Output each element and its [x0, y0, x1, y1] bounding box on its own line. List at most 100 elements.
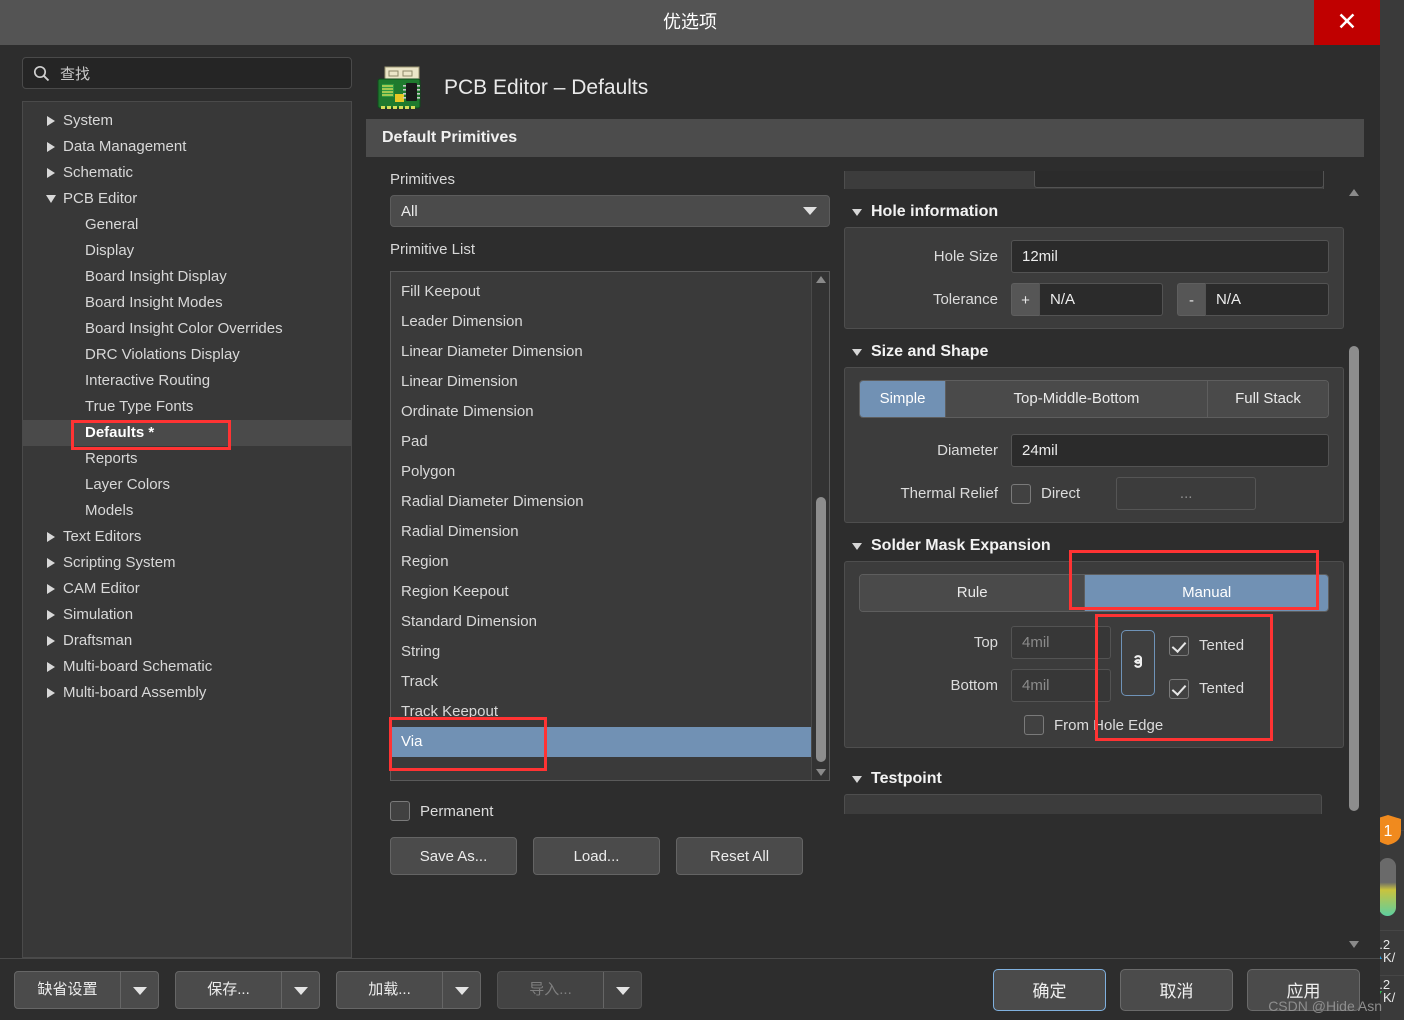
permanent-checkbox[interactable] — [390, 801, 410, 821]
sidebar-item-board-insight-color-overrides[interactable]: Board Insight Color Overrides — [23, 316, 351, 342]
cancel-button[interactable]: 取消 — [1120, 968, 1233, 1011]
diameter-input[interactable]: 24mil — [1011, 434, 1329, 467]
chevron-right-icon[interactable] — [39, 688, 63, 698]
primitive-list-item[interactable]: String — [391, 637, 811, 667]
chevron-right-icon[interactable] — [39, 558, 63, 568]
size-and-shape-group-title[interactable]: Size and Shape — [852, 343, 1344, 361]
scroll-down-arrow-icon[interactable] — [816, 769, 826, 776]
sidebar-item-text-editors[interactable]: Text Editors — [23, 524, 351, 550]
mask-bottom-input[interactable]: 4mil — [1011, 669, 1111, 702]
scroll-down-arrow-icon[interactable] — [1349, 941, 1359, 948]
footer-split-button[interactable]: 加载... — [336, 970, 481, 1009]
footer-split-button[interactable]: 缺省设置 — [14, 970, 159, 1009]
chevron-down-icon[interactable] — [281, 971, 319, 1008]
stack-mode-full-stack[interactable]: Full Stack — [1208, 381, 1328, 417]
testpoint-group-title[interactable]: Testpoint — [852, 770, 1344, 788]
primitive-list-item[interactable]: Fill Keepout — [391, 277, 811, 307]
sidebar-item-cam-editor[interactable]: CAM Editor — [23, 576, 351, 602]
link-chain-icon[interactable] — [1121, 630, 1155, 696]
tolerance-minus-input[interactable]: N/A — [1205, 283, 1329, 316]
sidebar-item-multi-board-schematic[interactable]: Multi-board Schematic — [23, 654, 351, 680]
chevron-right-icon[interactable] — [39, 636, 63, 646]
hole-information-group-title[interactable]: Hole information — [852, 203, 1344, 221]
stack-mode-simple[interactable]: Simple — [860, 381, 946, 417]
primitive-list-item[interactable]: Region Keepout — [391, 577, 811, 607]
chevron-down-icon[interactable] — [120, 971, 158, 1008]
permanent-row: Permanent — [390, 801, 830, 821]
scrollbar-thumb[interactable] — [816, 497, 826, 762]
reset-all-button[interactable]: Reset All — [676, 837, 803, 875]
search-input[interactable]: 查找 — [22, 57, 352, 89]
sidebar-item-layer-colors[interactable]: Layer Colors — [23, 472, 351, 498]
sidebar-item-simulation[interactable]: Simulation — [23, 602, 351, 628]
footer-split-button[interactable]: 保存... — [175, 970, 320, 1009]
sidebar-item-pcb-editor[interactable]: PCB Editor — [23, 186, 351, 212]
mask-top-input[interactable]: 4mil — [1011, 626, 1111, 659]
primitive-list-item[interactable]: Linear Diameter Dimension — [391, 337, 811, 367]
primitive-list-item[interactable]: Radial Dimension — [391, 517, 811, 547]
mask-mode-segmented-control[interactable]: Rule Manual — [859, 574, 1329, 612]
sidebar-item-system[interactable]: System — [23, 108, 351, 134]
chevron-right-icon[interactable] — [39, 584, 63, 594]
ok-button[interactable]: 确定 — [993, 968, 1106, 1011]
save-as-button[interactable]: Save As... — [390, 837, 517, 875]
from-hole-edge-checkbox[interactable] — [1024, 715, 1044, 735]
settings-tree[interactable]: System Data Management Schematic PCB Editor… — [22, 101, 352, 958]
sidebar-item-defaults[interactable]: Defaults * — [23, 420, 351, 446]
primitive-list-item[interactable]: Leader Dimension — [391, 307, 811, 337]
primitive-list-item[interactable]: Via — [391, 727, 811, 757]
primitive-list-item[interactable]: Radial Diameter Dimension — [391, 487, 811, 517]
chevron-right-icon[interactable] — [39, 116, 63, 126]
tolerance-plus-input[interactable]: N/A — [1039, 283, 1163, 316]
sidebar-item-general[interactable]: General — [23, 212, 351, 238]
sidebar-item-reports[interactable]: Reports — [23, 446, 351, 472]
hole-size-input[interactable]: 12mil — [1011, 240, 1329, 273]
primitive-list-item[interactable]: Linear Dimension — [391, 367, 811, 397]
solder-mask-expansion-group-title[interactable]: Solder Mask Expansion — [852, 537, 1344, 555]
mask-top-tented-checkbox[interactable] — [1169, 635, 1189, 656]
sidebar-item-display[interactable]: Display — [23, 238, 351, 264]
scrollbar-thumb[interactable] — [1349, 346, 1359, 811]
properties-scrollbar[interactable] — [1344, 171, 1364, 958]
scroll-up-arrow-icon[interactable] — [816, 276, 826, 283]
primitive-list-scrollbar[interactable] — [811, 272, 829, 780]
primitive-list-item[interactable]: Region — [391, 547, 811, 577]
sidebar-item-interactive-routing[interactable]: Interactive Routing — [23, 368, 351, 394]
primitive-list[interactable]: Fill Keepout Leader Dimension Linear Diame… — [391, 272, 811, 780]
sidebar-item-drc-violations-display[interactable]: DRC Violations Display — [23, 342, 351, 368]
chevron-down-icon[interactable] — [39, 195, 63, 203]
stack-mode-segmented-control[interactable]: Simple Top-Middle-Bottom Full Stack — [859, 380, 1329, 418]
primitive-list-item[interactable]: Track Keepout — [391, 697, 811, 727]
sidebar-item-board-insight-modes[interactable]: Board Insight Modes — [23, 290, 351, 316]
sidebar-item-scripting-system[interactable]: Scripting System — [23, 550, 351, 576]
sidebar-item-true-type-fonts[interactable]: True Type Fonts — [23, 394, 351, 420]
chevron-right-icon[interactable] — [39, 610, 63, 620]
primitives-filter-dropdown[interactable]: All — [390, 195, 830, 227]
primitive-list-item[interactable]: Polygon — [391, 457, 811, 487]
mask-mode-rule[interactable]: Rule — [860, 575, 1086, 611]
primitive-list-item[interactable]: Ordinate Dimension — [391, 397, 811, 427]
chevron-right-icon[interactable] — [39, 532, 63, 542]
thermal-relief-direct-checkbox[interactable] — [1011, 483, 1031, 504]
sidebar-item-multi-board-assembly[interactable]: Multi-board Assembly — [23, 680, 351, 706]
primitive-list-item[interactable]: Track — [391, 667, 811, 697]
primitive-list-item[interactable]: Pad — [391, 427, 811, 457]
mask-bottom-tented-checkbox[interactable] — [1169, 678, 1189, 699]
chevron-right-icon[interactable] — [39, 168, 63, 178]
close-icon[interactable]: ✕ — [1314, 0, 1380, 45]
sidebar-item-data-management[interactable]: Data Management — [23, 134, 351, 160]
sidebar-item-schematic[interactable]: Schematic — [23, 160, 351, 186]
stack-mode-top-middle-bottom[interactable]: Top-Middle-Bottom — [946, 381, 1208, 417]
chevron-down-icon[interactable] — [442, 971, 480, 1008]
scroll-up-arrow-icon[interactable] — [1349, 189, 1359, 196]
sidebar-item-models[interactable]: Models — [23, 498, 351, 524]
sidebar-item-label: Scripting System — [63, 554, 176, 571]
load-button[interactable]: Load... — [533, 837, 660, 875]
sidebar-item-board-insight-display[interactable]: Board Insight Display — [23, 264, 351, 290]
primitive-list-item[interactable]: Standard Dimension — [391, 607, 811, 637]
chevron-right-icon[interactable] — [39, 662, 63, 672]
sidebar-item-draftsman[interactable]: Draftsman — [23, 628, 351, 654]
thermal-relief-ellipsis-button[interactable]: ... — [1116, 477, 1257, 510]
chevron-right-icon[interactable] — [39, 142, 63, 152]
mask-mode-manual[interactable]: Manual — [1085, 575, 1328, 611]
